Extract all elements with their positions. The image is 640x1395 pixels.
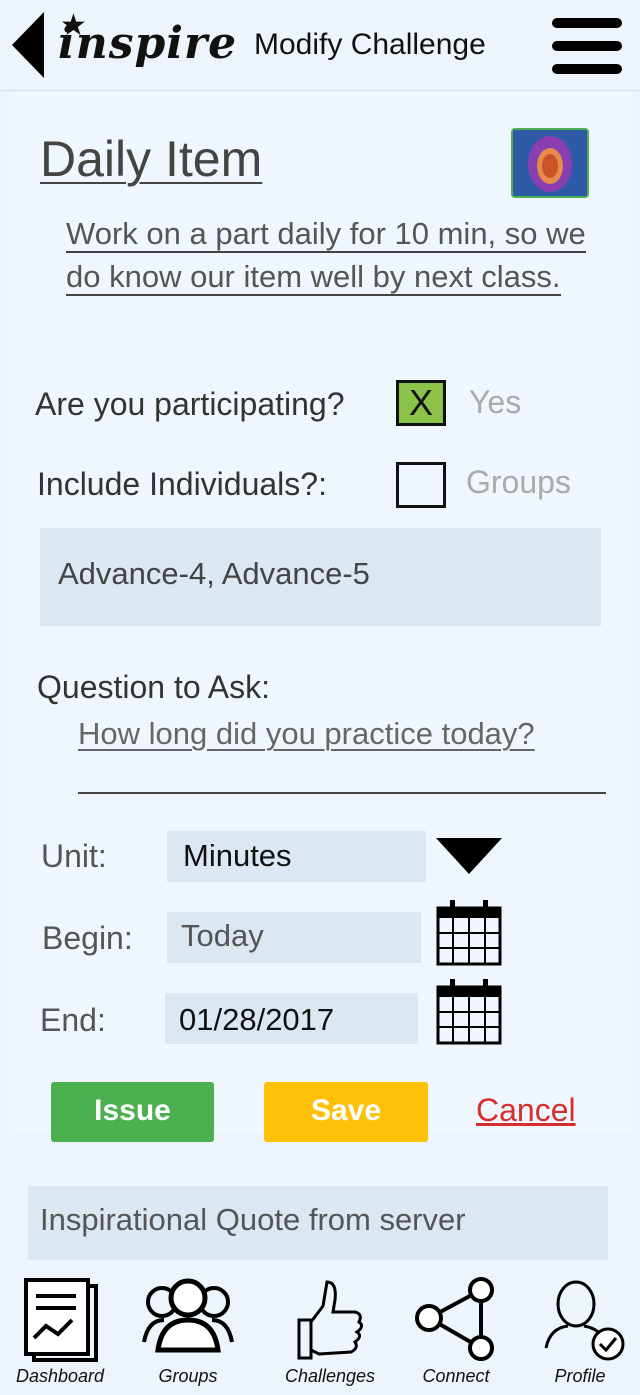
individuals-list-value: Advance-4, Advance-5: [58, 556, 370, 591]
save-button[interactable]: Save: [264, 1082, 428, 1142]
nav-connect-label: Connect: [422, 1366, 490, 1386]
app-header: ★ inspire Modify Challenge: [0, 0, 640, 91]
issue-button[interactable]: Issue: [51, 1082, 214, 1142]
participating-option-label: Yes: [469, 384, 522, 420]
end-date-value: 01/28/2017: [179, 1002, 335, 1037]
question-label: Question to Ask:: [37, 669, 271, 705]
include-individuals-label: Include Individuals?:: [37, 466, 327, 502]
challenge-avatar[interactable]: [511, 128, 589, 198]
begin-label: Begin:: [42, 920, 133, 956]
begin-date-value: Today: [181, 918, 264, 953]
nav-groups[interactable]: Groups: [128, 1272, 248, 1395]
nav-dashboard-label: Dashboard: [15, 1366, 105, 1386]
dashboard-icon: [24, 1278, 98, 1362]
nav-challenges[interactable]: Challenges: [270, 1272, 390, 1395]
cancel-link[interactable]: Cancel: [476, 1092, 576, 1129]
chevron-down-icon[interactable]: [436, 838, 502, 876]
participating-label: Are you participating?: [35, 386, 345, 422]
challenge-title[interactable]: Daily Item: [40, 130, 262, 188]
groups-option-label: Groups: [466, 464, 571, 500]
nav-dashboard[interactable]: Dashboard: [0, 1272, 120, 1395]
unit-label: Unit:: [41, 838, 107, 874]
end-calendar-icon[interactable]: [436, 977, 502, 1045]
nav-connect[interactable]: Connect: [396, 1272, 516, 1395]
participating-checkbox[interactable]: X: [396, 380, 446, 426]
groups-checkbox[interactable]: [396, 462, 446, 508]
end-label: End:: [40, 1002, 106, 1038]
profile-check-icon: [544, 1280, 625, 1361]
challenge-description[interactable]: Work on a part daily for 10 min, so we d…: [66, 212, 598, 298]
thumbs-up-icon: [297, 1280, 364, 1360]
groups-icon: [142, 1278, 234, 1353]
app-logo: inspire: [58, 18, 238, 69]
page-title: Modify Challenge: [254, 28, 486, 61]
unit-value: Minutes: [183, 838, 292, 873]
share-icon: [415, 1277, 494, 1361]
question-underline: [78, 792, 606, 794]
begin-calendar-icon[interactable]: [436, 898, 502, 966]
nav-groups-label: Groups: [158, 1366, 218, 1386]
question-input[interactable]: How long did you practice today?: [78, 716, 535, 752]
quote-text: Inspirational Quote from server: [40, 1202, 466, 1237]
nav-profile[interactable]: Profile: [520, 1272, 640, 1395]
hamburger-menu-icon[interactable]: [552, 18, 622, 76]
back-icon[interactable]: [10, 12, 50, 78]
nav-profile-label: Profile: [554, 1366, 606, 1386]
nav-challenges-label: Challenges: [284, 1366, 376, 1386]
